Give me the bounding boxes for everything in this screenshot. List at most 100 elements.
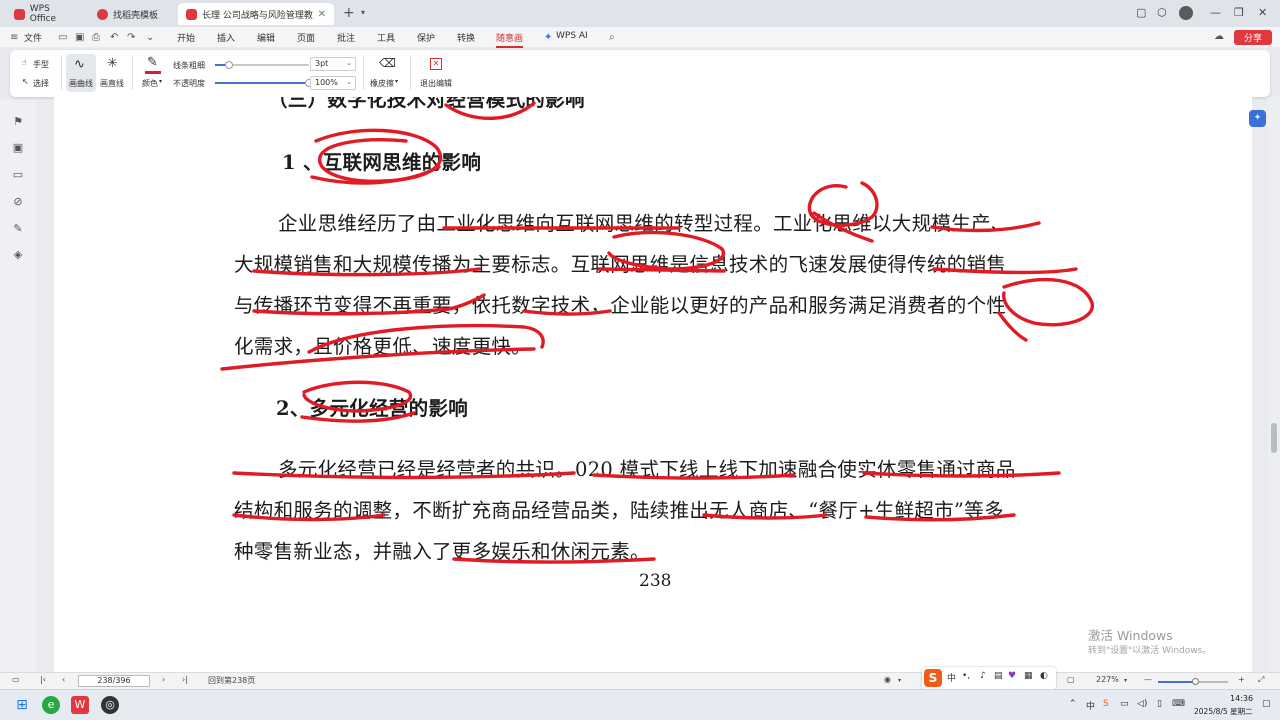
share-button[interactable]: 分享 <box>1234 30 1272 45</box>
ime-s-icon[interactable]: S <box>1103 699 1109 709</box>
restore-icon[interactable]: ❐ <box>1234 6 1244 19</box>
menu-comment[interactable]: 批注 <box>337 31 355 44</box>
single-page-view-icon[interactable]: ▢ <box>1067 675 1075 684</box>
hand-tool-icon[interactable]: ☝ <box>22 58 27 67</box>
save-icon[interactable]: ▣ <box>75 32 84 43</box>
menu-convert[interactable]: 转换 <box>457 31 475 44</box>
line-width-select[interactable]: 3pt ⌄ <box>310 57 356 71</box>
chevron-down-icon[interactable]: ▾ <box>159 78 162 85</box>
zoom-slider-knob[interactable] <box>1192 678 1199 685</box>
microphone-icon[interactable]: ♪ <box>980 671 986 681</box>
wps-ai-float-button[interactable]: ✦ <box>1249 110 1266 127</box>
line-width-knob[interactable] <box>225 61 234 69</box>
clock-time[interactable]: 14:36 <box>1230 694 1253 703</box>
wps-ai-icon[interactable]: ✦ <box>544 32 552 43</box>
wps-taskbar-icon[interactable]: W <box>71 696 89 714</box>
sogou-logo-icon[interactable]: S <box>924 669 942 687</box>
print-icon[interactable]: ⎙ <box>92 32 100 43</box>
ai-icon: ✦ <box>1253 113 1262 123</box>
cloud-sync-icon[interactable]: ☁ <box>1214 31 1224 42</box>
notification-icon[interactable]: ▢ <box>1262 699 1271 709</box>
select-tool-icon[interactable]: ↖ <box>22 77 29 86</box>
prev-page-icon[interactable]: ‹ <box>62 675 65 684</box>
tab-docer[interactable]: 找稻壳模板 <box>89 3 177 25</box>
grid-icon[interactable]: ▦ <box>1024 671 1033 681</box>
bookmark-icon[interactable]: ⚑ <box>11 115 25 129</box>
vertical-scrollbar[interactable] <box>1268 97 1280 672</box>
tray-chevron-icon[interactable]: ⌃ <box>1069 699 1077 709</box>
menu-start[interactable]: 开始 <box>177 31 195 44</box>
menu-wps-ai[interactable]: WPS AI <box>556 31 588 41</box>
zoom-in-icon[interactable]: + <box>1238 675 1245 684</box>
next-page-icon[interactable]: › <box>162 675 165 684</box>
menu-protect[interactable]: 保护 <box>417 31 435 44</box>
comment-icon[interactable]: ▭ <box>11 168 25 182</box>
close-window-icon[interactable]: ✕ <box>1258 6 1267 19</box>
ime-language-toggle[interactable]: 中 <box>947 671 956 684</box>
opacity-select[interactable]: 100% ⌄ <box>310 76 356 90</box>
keyboard-icon[interactable]: ▤ <box>994 671 1003 681</box>
paragraph-line: 企业思维经历了由工业化思维向互联网思维的转型过程。工业化思维以大规模生产、 <box>278 212 1011 235</box>
avatar[interactable] <box>1179 6 1193 20</box>
thumbnail-icon[interactable]: ▣ <box>11 141 25 155</box>
menu-insert[interactable]: 插入 <box>217 31 235 44</box>
window-layout-icon[interactable]: ▢ <box>1136 6 1146 19</box>
close-tab-icon[interactable]: ✕ <box>318 9 326 20</box>
chevron-down-icon[interactable]: ▾ <box>361 8 365 17</box>
cube-icon[interactable]: ⬡ <box>1157 6 1167 19</box>
ime-punctuation-toggle[interactable]: •, <box>962 671 970 681</box>
draw-line-button[interactable]: 画直线 <box>100 78 124 89</box>
clock-date[interactable]: 2025/8/5 星期二 <box>1194 706 1253 717</box>
battery-icon[interactable]: ▯ <box>1157 699 1162 709</box>
volume-icon[interactable]: ◁) <box>1137 699 1147 709</box>
layers-icon[interactable]: ◈ <box>11 248 25 262</box>
zoom-level[interactable]: 227% <box>1096 675 1119 684</box>
tab-document[interactable]: 长理 公司战略与风险管理教 ✕ <box>178 3 334 25</box>
chevron-down-icon[interactable]: ▾ <box>1124 677 1127 684</box>
folder-icon[interactable]: ▭ <box>58 32 67 43</box>
obs-icon[interactable]: ◎ <box>101 696 119 714</box>
signature-icon[interactable]: ✎ <box>11 222 25 236</box>
eraser-button[interactable]: 橡皮擦 <box>370 78 394 89</box>
zoom-slider[interactable] <box>1158 678 1228 685</box>
shirt-icon[interactable]: ♥ <box>1008 671 1016 681</box>
attachment-icon[interactable]: ⊘ <box>11 195 25 209</box>
menu-tools[interactable]: 工具 <box>377 31 395 44</box>
network-icon[interactable]: ▭ <box>1120 699 1129 709</box>
ime-menu-icon[interactable]: ◐ <box>1040 671 1048 681</box>
menu-file[interactable]: 文件 <box>24 31 42 44</box>
edge-icon[interactable]: e <box>42 696 60 714</box>
fit-window-icon[interactable]: ⤢ <box>1258 675 1264 685</box>
tab-wps-office[interactable]: WPS Office <box>6 3 86 25</box>
chevron-down-icon[interactable]: ▾ <box>898 677 901 684</box>
goto-page-link[interactable]: 回到第238页 <box>208 675 255 686</box>
hand-tool-label[interactable]: 手型 <box>33 59 49 70</box>
chevron-down-icon[interactable]: ⌄ <box>146 32 154 43</box>
windows-start-icon[interactable]: ⊞ <box>13 696 31 714</box>
new-tab-icon[interactable]: + <box>343 5 355 21</box>
page-number-input[interactable]: 238/396 <box>78 675 150 687</box>
last-page-icon[interactable]: ›| <box>182 675 188 684</box>
scrollbar-thumb[interactable] <box>1271 423 1277 453</box>
menu-freehand[interactable]: 随意画 <box>496 31 524 48</box>
ime-tray-icon[interactable]: ⌨ <box>1172 699 1185 709</box>
select-tool-label[interactable]: 选择 <box>33 78 49 89</box>
color-button[interactable]: 颜色 <box>142 78 158 89</box>
panel-toggle-icon[interactable]: ▭ <box>12 675 20 684</box>
line-width-slider[interactable] <box>215 61 309 69</box>
redo-icon[interactable]: ↷ <box>127 32 135 43</box>
eye-icon[interactable]: ◉ <box>884 675 891 684</box>
zoom-out-icon[interactable]: — <box>1144 675 1152 684</box>
document-page[interactable]: （三）数字化技术对经营模式的影响 1 、互联网思维的影响 企业思维经历了由工业化… <box>54 97 1252 672</box>
chevron-down-icon[interactable]: ▾ <box>395 78 398 85</box>
exit-edit-button[interactable]: 退出编辑 <box>420 78 452 89</box>
first-page-icon[interactable]: |‹ <box>40 675 46 684</box>
hamburger-icon[interactable]: ≡ <box>10 32 18 43</box>
undo-icon[interactable]: ↶ <box>110 32 118 43</box>
opacity-slider[interactable] <box>215 79 313 87</box>
menu-edit[interactable]: 编辑 <box>257 31 275 44</box>
menu-page[interactable]: 页面 <box>297 31 315 44</box>
search-icon[interactable]: ⌕ <box>609 32 615 43</box>
input-method-icon[interactable]: 中 <box>1086 699 1095 712</box>
minimize-icon[interactable]: — <box>1210 6 1221 19</box>
